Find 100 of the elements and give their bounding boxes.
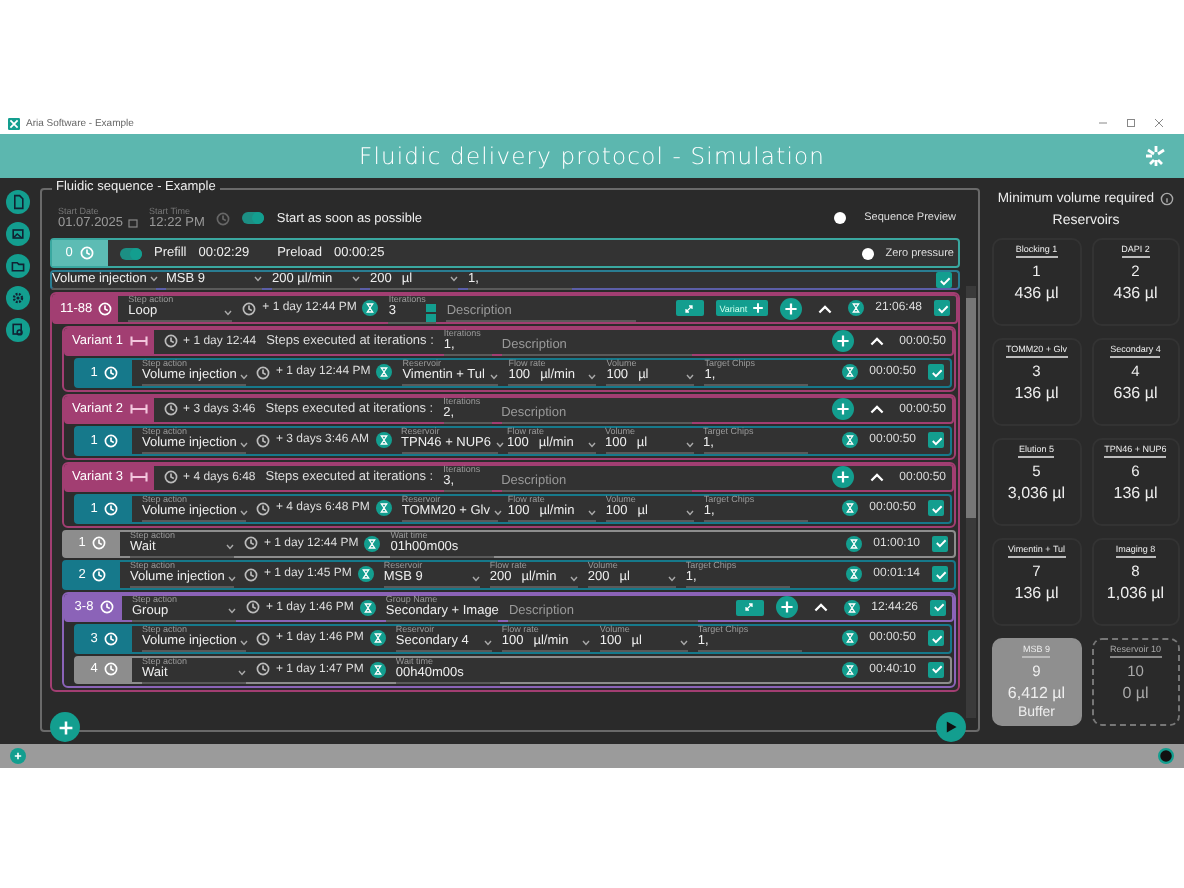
reservoir-volume: 636 µl bbox=[1113, 384, 1158, 402]
step-checkbox[interactable] bbox=[934, 300, 950, 317]
clock-icon bbox=[103, 365, 118, 380]
file-search-icon bbox=[9, 322, 25, 338]
decrement-button[interactable] bbox=[426, 313, 437, 322]
caret-icon bbox=[228, 608, 236, 615]
step-checkbox[interactable] bbox=[928, 500, 944, 517]
caret-icon bbox=[240, 639, 249, 646]
clock-icon bbox=[242, 301, 257, 316]
clock-icon bbox=[256, 501, 270, 516]
step-checkbox[interactable] bbox=[936, 272, 952, 288]
caret-icon bbox=[686, 373, 695, 380]
expand-icon bbox=[684, 303, 695, 314]
calendar-icon bbox=[127, 218, 138, 228]
timer-icon bbox=[847, 300, 864, 317]
clock-icon bbox=[256, 433, 270, 448]
step-checkbox[interactable] bbox=[928, 432, 944, 449]
reservoir-volume: 136 µl bbox=[1113, 484, 1158, 502]
edit-button[interactable] bbox=[675, 300, 704, 317]
caret-icon bbox=[587, 441, 596, 448]
timer-icon bbox=[841, 364, 858, 381]
scrollbar-thumb[interactable] bbox=[966, 298, 976, 518]
plus-icon bbox=[57, 719, 73, 735]
collapse-button[interactable] bbox=[809, 602, 832, 613]
info-icon bbox=[1160, 192, 1175, 206]
caret-icon bbox=[471, 575, 480, 582]
step-checkbox[interactable] bbox=[928, 630, 944, 647]
check-icon bbox=[933, 536, 947, 551]
add-step-floating-button[interactable] bbox=[50, 712, 80, 742]
close-icon[interactable] bbox=[1154, 118, 1164, 128]
step-checkbox[interactable] bbox=[932, 535, 948, 552]
timer-icon bbox=[376, 364, 393, 381]
caret-icon bbox=[494, 509, 503, 516]
clock-icon bbox=[246, 600, 260, 615]
split-icon bbox=[129, 404, 148, 415]
chevron-up-icon bbox=[817, 303, 832, 314]
check-icon bbox=[929, 501, 943, 516]
reservoir-volume: 136 µl bbox=[1014, 584, 1059, 602]
timer-icon bbox=[841, 630, 858, 647]
maximize-icon[interactable] bbox=[1126, 118, 1136, 128]
clock-icon bbox=[80, 246, 95, 260]
increment-button[interactable] bbox=[426, 303, 437, 312]
scrollbar[interactable] bbox=[966, 286, 976, 718]
toggle-switch[interactable] bbox=[120, 247, 142, 259]
play-button[interactable] bbox=[936, 712, 966, 742]
check-icon bbox=[933, 567, 947, 582]
add-step-button[interactable] bbox=[831, 330, 854, 353]
timer-icon bbox=[375, 432, 392, 449]
clock-icon bbox=[98, 301, 113, 316]
caret-icon bbox=[483, 639, 492, 646]
check-icon bbox=[929, 662, 943, 677]
clock-icon bbox=[256, 631, 270, 646]
add-step-button[interactable] bbox=[831, 466, 854, 489]
clock-icon bbox=[99, 600, 114, 615]
clock-icon bbox=[103, 662, 118, 677]
collapse-button[interactable] bbox=[813, 303, 836, 314]
caret-icon bbox=[685, 509, 694, 516]
edit-button[interactable] bbox=[735, 599, 764, 616]
app-title: Fluidic delivery protocol - Simulation bbox=[358, 142, 826, 170]
step-checkbox[interactable] bbox=[928, 364, 944, 381]
connection-indicator-icon bbox=[1158, 748, 1174, 764]
reservoir-volume: 3,036 µl bbox=[1007, 484, 1066, 502]
status-icon bbox=[10, 748, 26, 764]
clock-icon bbox=[163, 470, 178, 485]
timer-icon bbox=[841, 500, 858, 517]
file-search-nav-button[interactable] bbox=[5, 318, 29, 342]
plus-icon bbox=[835, 334, 850, 349]
reservoir-volume: 6,412 µl bbox=[1007, 684, 1066, 702]
radio-button[interactable] bbox=[861, 247, 874, 259]
collapse-button[interactable] bbox=[865, 472, 888, 483]
add-step-button[interactable] bbox=[775, 596, 798, 619]
step-checkbox[interactable] bbox=[930, 599, 946, 616]
caret-icon bbox=[495, 441, 504, 448]
caret-icon bbox=[238, 670, 246, 677]
image-nav-button[interactable] bbox=[5, 222, 29, 246]
chevron-up-icon bbox=[869, 404, 884, 415]
clock-icon bbox=[103, 433, 118, 448]
add-step-button[interactable] bbox=[831, 398, 854, 421]
timer-icon bbox=[369, 630, 386, 647]
folder-icon bbox=[9, 258, 25, 274]
caret-icon bbox=[228, 575, 237, 582]
add-step-button[interactable] bbox=[779, 297, 802, 320]
caret-icon bbox=[581, 639, 590, 646]
timer-icon bbox=[843, 599, 860, 616]
toggle-switch[interactable] bbox=[242, 212, 265, 224]
collapse-button[interactable] bbox=[865, 404, 888, 415]
chevron-up-icon bbox=[813, 602, 828, 613]
folder-nav-button[interactable] bbox=[5, 254, 29, 278]
radio-button[interactable] bbox=[834, 212, 847, 224]
collapse-button[interactable] bbox=[865, 336, 888, 347]
caret-icon bbox=[254, 276, 262, 282]
timer-icon bbox=[359, 599, 376, 616]
clock-icon bbox=[163, 402, 178, 417]
step-checkbox[interactable] bbox=[928, 661, 944, 678]
settings-nav-button[interactable] bbox=[5, 286, 29, 310]
caret-icon bbox=[450, 276, 458, 282]
file-nav-button[interactable] bbox=[5, 190, 29, 214]
step-checkbox[interactable] bbox=[932, 566, 948, 583]
caret-icon bbox=[240, 509, 249, 516]
plus-icon bbox=[751, 302, 764, 315]
